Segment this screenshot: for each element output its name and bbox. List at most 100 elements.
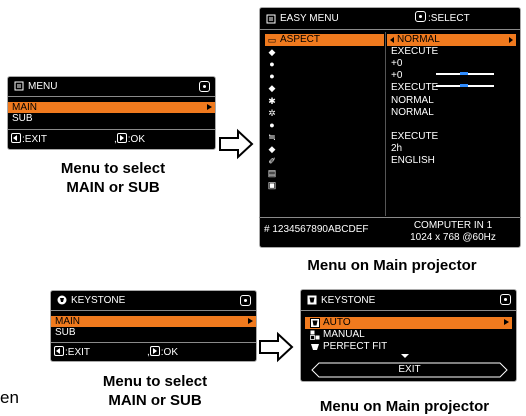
arrow-right-icon xyxy=(504,319,509,325)
exit-label: EXIT xyxy=(398,364,421,375)
easy-menu-item-language[interactable]: ✐ LANGUAGE xyxy=(265,155,383,167)
arrow-right-icon xyxy=(207,104,212,110)
filter-time-icon: ◆ xyxy=(268,144,276,154)
arrow-right-icon xyxy=(248,318,253,324)
slider-knob[interactable] xyxy=(460,72,468,75)
keystone-horizontal-icon: ● xyxy=(269,71,275,81)
keystone-item-label: AUTO xyxy=(323,317,351,328)
exit-hint: :EXIT xyxy=(54,346,90,358)
right-key-icon xyxy=(149,346,160,356)
caption-menu-select-bottom: Menu to select MAIN or SUB xyxy=(102,373,208,409)
arrow-right-icon xyxy=(509,37,513,43)
easy-menu-item-exit[interactable]: ▣ EXIT xyxy=(265,179,383,191)
easy-menu-item-label: ECO MODE xyxy=(280,107,335,118)
easy-menu-item-value: NORMAL xyxy=(391,95,434,106)
menu-item-main[interactable]: MAIN xyxy=(51,316,256,327)
keystone-item-label: MANUAL xyxy=(323,329,365,340)
keystone-item-perfect-fit[interactable]: PERFECT FIT xyxy=(305,341,512,353)
keystone-vertical-icon: ● xyxy=(269,59,275,69)
manual-keystone-icon xyxy=(310,330,320,340)
easy-menu-item-advanced-menu[interactable]: ▤ ADVANCED MENU xyxy=(265,167,383,179)
easy-menu-item-label: RESET xyxy=(280,131,314,142)
reset-icon: ≒ xyxy=(268,132,276,142)
caption-keystone-menu: Menu on Main projector xyxy=(319,398,490,415)
keystone-icon xyxy=(307,295,317,305)
easy-menu-title-bar: EASY MENU :SELECT xyxy=(260,8,520,30)
menu-item-label: SUB xyxy=(55,327,76,338)
eco-mode-icon: ✲ xyxy=(268,108,276,118)
exit-hint: :EXIT xyxy=(11,133,47,145)
arrow-right-icon xyxy=(259,331,294,363)
easy-menu-item-value: EXECUTE xyxy=(391,46,439,57)
left-key-icon xyxy=(54,346,64,356)
perfect-fit-icon: ◆ xyxy=(268,83,276,93)
slider-knob[interactable] xyxy=(460,84,468,87)
keystone-menu-title-bar: KEYSTONE xyxy=(301,290,516,311)
ok-hint: ,:OK xyxy=(147,346,179,358)
exit-icon: ▣ xyxy=(267,180,277,190)
keystone-item-label: PERFECT FIT xyxy=(323,341,388,352)
auto-keystone-icon xyxy=(310,318,320,328)
arrow-right-icon xyxy=(219,128,254,160)
easy-menu-item-label: EXIT xyxy=(280,179,303,190)
keystone-menu-panel: KEYSTONE AUTO MANUAL PERFECT FIT EXIT xyxy=(300,289,517,382)
keystone-item-auto[interactable]: AUTO xyxy=(305,317,512,329)
easy-menu-item-picture-mode[interactable]: ✱ PICTURE MODE xyxy=(265,95,383,107)
menu-icon xyxy=(14,81,24,91)
left-key-icon xyxy=(11,133,21,143)
menu-title-bar: MENU xyxy=(8,77,215,97)
easy-menu-item-label: KEYSTONE xyxy=(280,58,335,69)
keystone-title: KEYSTONE xyxy=(71,295,126,306)
easy-menu-item-value: +0 xyxy=(391,58,403,69)
easy-menu-item-value: ENGLISH xyxy=(391,155,435,166)
easy-menu-item-label: KEYSTONE xyxy=(280,70,335,81)
easy-menu-item-aspect[interactable]: ▭ ASPECT xyxy=(265,34,383,46)
easy-menu-item-value: NORMAL xyxy=(391,107,434,118)
keystone-menu-title: KEYSTONE xyxy=(321,295,376,306)
menu-item-sub[interactable]: SUB xyxy=(8,113,215,124)
partial-text: en xyxy=(0,388,19,407)
menu-item-main[interactable]: MAIN xyxy=(8,102,215,113)
input-signal-info: COMPUTER IN 1 1024 x 768 @60Hz xyxy=(410,220,496,243)
easy-menu-item-keystone[interactable]: ● KEYSTONE xyxy=(265,58,383,70)
easy-menu-item-value: EXECUTE xyxy=(391,82,439,93)
keystone-select-panel: KEYSTONE MAIN SUB :EXIT ,:OK xyxy=(50,290,257,362)
easy-menu-item-label: ADVANCED MENU xyxy=(280,167,368,178)
caption-easy-menu: Menu on Main projector xyxy=(307,257,477,274)
easy-menu-item-label: ASPECT xyxy=(280,34,321,45)
easy-menu-item-label: PERFECT FIT xyxy=(280,82,345,93)
easy-menu-item-value[interactable]: NORMAL xyxy=(397,34,440,46)
easy-menu-item-label: LANGUAGE xyxy=(280,155,336,166)
easy-menu-item-value: EXECUTE xyxy=(391,131,439,142)
easy-menu-item-label: AUTO KEYSTONE xyxy=(280,46,365,57)
dial-icon xyxy=(240,295,251,306)
menu-item-label: MAIN xyxy=(55,316,80,327)
menu-item-label: SUB xyxy=(12,113,33,124)
easy-menu-item-filter-time[interactable]: ◆ FILTER TIME xyxy=(265,143,383,155)
perfect-fit-icon xyxy=(311,344,319,350)
keystone-item-manual[interactable]: MANUAL xyxy=(305,329,512,341)
easy-menu-item-label: INSTALLATION xyxy=(280,119,350,130)
menu-item-sub[interactable]: SUB xyxy=(51,327,256,338)
advanced-menu-icon: ▤ xyxy=(267,168,277,178)
easy-menu-item-value: +0 xyxy=(391,70,403,81)
easy-menu-item-value: 2h xyxy=(391,143,403,154)
easy-menu-item-reset[interactable]: ≒ RESET xyxy=(265,131,383,143)
auto-keystone-icon: ◆ xyxy=(268,47,276,57)
arrow-left-icon xyxy=(390,37,394,43)
scroll-down-icon[interactable] xyxy=(401,354,409,358)
caption-menu-select-top: Menu to select MAIN or SUB xyxy=(60,160,166,196)
easy-menu-item-label: FILTER TIME xyxy=(280,143,341,154)
language-icon: ✐ xyxy=(268,156,276,166)
easy-menu-item-eco-mode[interactable]: ✲ ECO MODE xyxy=(265,107,383,119)
easy-menu-item-label: PICTURE MODE xyxy=(280,95,357,106)
dial-icon xyxy=(199,81,210,92)
installation-icon: ● xyxy=(269,120,275,130)
serial-number: # 1234567890ABCDEF xyxy=(264,224,369,235)
menu-title: MENU xyxy=(28,81,58,92)
ok-hint: ,:OK xyxy=(114,133,146,145)
easy-menu-item-perfect-fit[interactable]: ◆ PERFECT FIT xyxy=(265,82,383,94)
easy-menu-item-auto-keystone[interactable]: ◆ AUTO KEYSTONE xyxy=(265,46,383,58)
easy-menu-item-installation[interactable]: ● INSTALLATION xyxy=(265,119,383,131)
easy-menu-item-keystone[interactable]: ● KEYSTONE xyxy=(265,70,383,82)
